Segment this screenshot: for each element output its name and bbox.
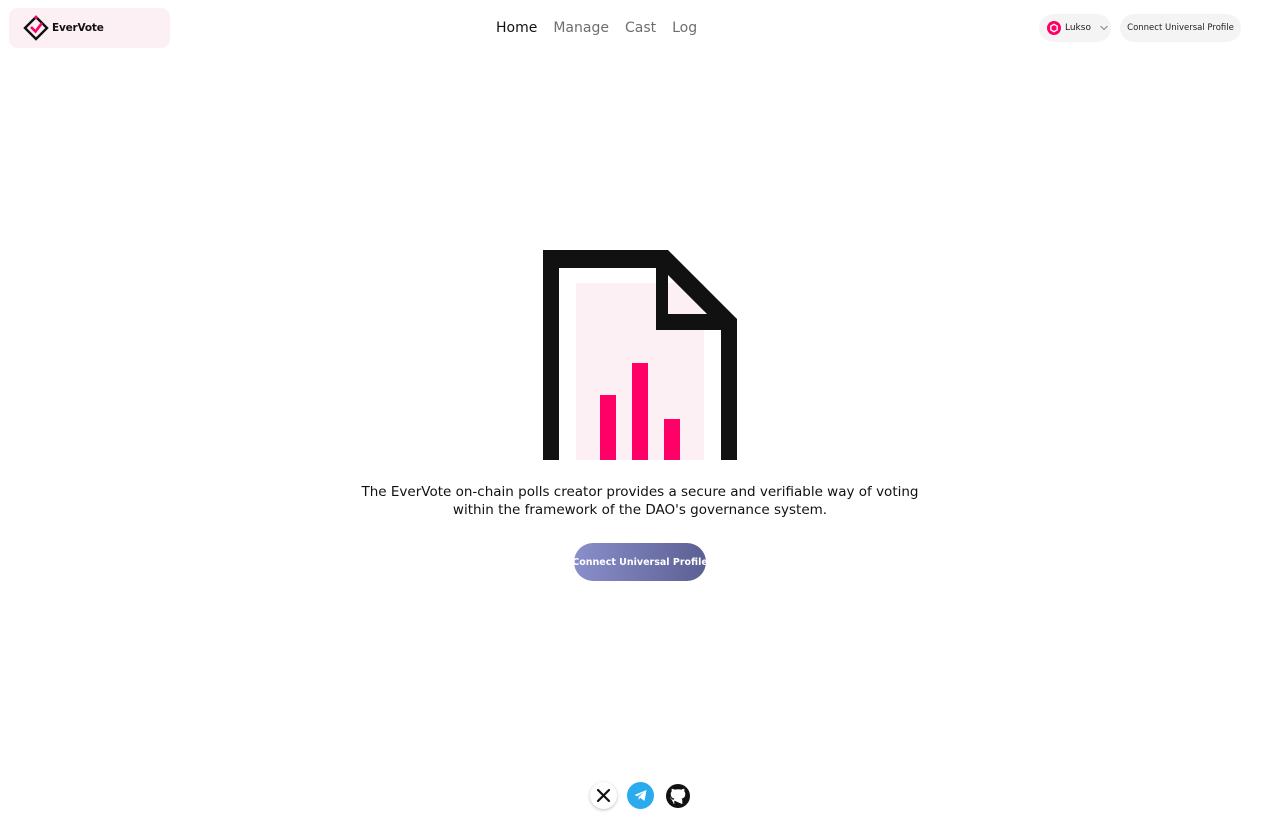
hero-description: The EverVote on-chain polls creator prov…: [361, 484, 919, 518]
nav-cast[interactable]: Cast: [625, 18, 656, 38]
social-links: [590, 782, 691, 809]
x-link[interactable]: [590, 782, 617, 809]
telegram-icon: [634, 790, 647, 801]
x-icon: [596, 788, 611, 803]
network-label: Lukso: [1065, 23, 1091, 33]
main-nav: Home Manage Cast Log: [496, 18, 713, 38]
network-selector[interactable]: Lukso: [1039, 14, 1111, 42]
poll-document-icon: [543, 250, 737, 460]
telegram-link[interactable]: [627, 782, 654, 809]
lukso-icon: [1047, 21, 1061, 35]
evervote-logo-icon: [23, 15, 49, 41]
logo-link[interactable]: EverVote: [9, 8, 170, 48]
nav-home[interactable]: Home: [496, 18, 537, 38]
nav-log[interactable]: Log: [672, 18, 697, 38]
header-connect-button[interactable]: Connect Universal Profile: [1120, 14, 1241, 42]
connect-universal-profile-button[interactable]: Connect Universal Profile: [572, 543, 708, 581]
nav-manage[interactable]: Manage: [553, 18, 609, 38]
github-icon: [665, 783, 690, 808]
github-link[interactable]: [664, 782, 691, 809]
logo-text: EverVote: [52, 22, 104, 34]
chevron-down-icon: [1100, 25, 1108, 31]
